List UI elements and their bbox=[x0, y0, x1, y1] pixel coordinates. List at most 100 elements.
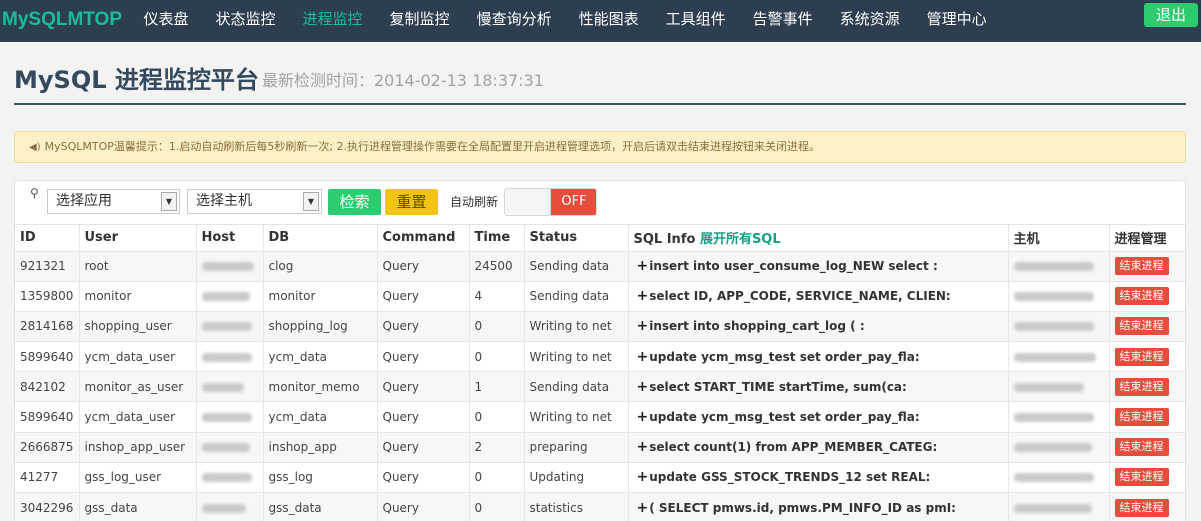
sql-text: update ycm_msg_test set order_pay_fla: bbox=[649, 410, 920, 425]
brand-logo[interactable]: MySQLMTOP bbox=[2, 9, 122, 31]
expand-all-sql-link[interactable]: 展开所有SQL bbox=[700, 232, 781, 247]
table-row: 5899640 ycm_data_user ycm_data Query 0 Writin… bbox=[15, 401, 1185, 433]
cell-host bbox=[196, 281, 264, 312]
cell-status: Writing to net bbox=[524, 341, 629, 373]
col-manage: 进程管理 bbox=[1109, 225, 1185, 252]
cell-command: Query bbox=[377, 311, 470, 343]
cell-sql[interactable]: +select count(1) from APP_MEMBER_CATEG: bbox=[628, 432, 1009, 463]
cell-id: 1359800 bbox=[15, 281, 80, 312]
cell-manage: 结束进程 bbox=[1109, 492, 1185, 521]
cell-db: inshop_app bbox=[263, 432, 378, 463]
masked-server bbox=[1013, 262, 1094, 272]
cell-id: 41277 bbox=[15, 462, 80, 494]
sql-text: insert into shopping_cart_log ( : bbox=[649, 319, 865, 334]
toggle-state: OFF bbox=[551, 189, 596, 215]
logout-button[interactable]: 退出 bbox=[1144, 3, 1198, 27]
reset-button[interactable]: 重置 bbox=[385, 189, 438, 215]
col-time[interactable]: Time bbox=[469, 225, 525, 252]
masked-host bbox=[201, 322, 252, 332]
nav-item[interactable]: 管理中心 bbox=[913, 0, 1000, 42]
search-button[interactable]: 检索 bbox=[328, 189, 381, 215]
cell-command: Query bbox=[377, 401, 470, 433]
cell-sql[interactable]: +select ID, APP_CODE, SERVICE_NAME, CLIE… bbox=[628, 281, 1009, 312]
cell-user: inshop_app_user bbox=[79, 432, 197, 463]
auto-refresh-toggle[interactable]: OFF bbox=[504, 188, 597, 216]
col-host[interactable]: Host bbox=[196, 225, 264, 252]
cell-manage: 结束进程 bbox=[1109, 401, 1185, 433]
cell-sql[interactable]: +update ycm_msg_test set order_pay_fla: bbox=[628, 401, 1009, 433]
expand-plus-icon[interactable]: + bbox=[637, 288, 649, 304]
expand-plus-icon[interactable]: + bbox=[637, 469, 649, 485]
nav-item[interactable]: 慢查询分析 bbox=[463, 0, 565, 42]
expand-plus-icon[interactable]: + bbox=[637, 500, 649, 516]
nav-item[interactable]: 仪表盘 bbox=[130, 0, 202, 42]
cell-status: Sending data bbox=[524, 281, 629, 312]
cell-command: Query bbox=[377, 281, 470, 312]
cell-sql[interactable]: +( SELECT pmws.id, pmws.PM_INFO_ID as pm… bbox=[628, 492, 1009, 521]
cell-time: 0 bbox=[469, 311, 525, 343]
cell-sql[interactable]: +update ycm_msg_test set order_pay_fla: bbox=[628, 341, 1009, 373]
col-server[interactable]: 主机 bbox=[1008, 225, 1110, 252]
cell-sql[interactable]: +update GSS_STOCK_TRENDS_12 set REAL: bbox=[628, 462, 1009, 494]
masked-server bbox=[1013, 413, 1094, 423]
cell-status: Sending data bbox=[524, 251, 629, 282]
search-icon: ⚲ bbox=[30, 186, 39, 200]
col-status[interactable]: Status bbox=[524, 225, 629, 252]
nav-item[interactable]: 性能图表 bbox=[565, 0, 652, 42]
masked-host bbox=[201, 352, 252, 362]
nav-item[interactable]: 系统资源 bbox=[826, 0, 913, 42]
nav-item[interactable]: 状态监控 bbox=[202, 0, 289, 42]
kill-process-button[interactable]: 结束进程 bbox=[1114, 347, 1169, 366]
kill-process-button[interactable]: 结束进程 bbox=[1114, 468, 1169, 487]
col-command[interactable]: Command bbox=[377, 225, 470, 252]
cell-status: Writing to net bbox=[524, 401, 629, 433]
expand-plus-icon[interactable]: + bbox=[637, 258, 649, 274]
expand-plus-icon[interactable]: + bbox=[637, 409, 649, 425]
title-divider bbox=[14, 103, 1186, 105]
nav-item[interactable]: 进程监控 bbox=[289, 0, 376, 42]
table-row: 2666875 inshop_app_user inshop_app Query 2 pr… bbox=[15, 432, 1185, 463]
nav-item[interactable]: 工具组件 bbox=[652, 0, 739, 42]
cell-id: 5899640 bbox=[15, 341, 80, 373]
notice-text: MySQLMTOP温馨提示：1.启动自动刷新后每5秒刷新一次; 2.执行进程管理… bbox=[44, 140, 821, 153]
expand-plus-icon[interactable]: + bbox=[637, 349, 649, 365]
cell-id: 2666875 bbox=[15, 432, 80, 463]
kill-process-button[interactable]: 结束进程 bbox=[1114, 377, 1169, 396]
cell-db: ycm_data bbox=[263, 401, 378, 433]
cell-server bbox=[1008, 281, 1110, 312]
dropdown-arrow-icon: ▼ bbox=[161, 192, 177, 211]
nav-item[interactable]: 复制监控 bbox=[376, 0, 463, 42]
cell-host bbox=[196, 401, 264, 433]
expand-plus-icon[interactable]: + bbox=[637, 318, 649, 334]
app-select-value: 选择应用 bbox=[56, 193, 112, 209]
cell-manage: 结束进程 bbox=[1109, 311, 1185, 343]
cell-sql[interactable]: +insert into user_consume_log_NEW select… bbox=[628, 251, 1009, 282]
cell-sql[interactable]: +select START_TIME startTime, sum(ca: bbox=[628, 371, 1009, 403]
masked-host bbox=[201, 443, 250, 453]
cell-server bbox=[1008, 251, 1110, 282]
cell-command: Query bbox=[377, 251, 470, 282]
kill-process-button[interactable]: 结束进程 bbox=[1114, 257, 1169, 276]
kill-process-button[interactable]: 结束进程 bbox=[1114, 498, 1169, 517]
col-db[interactable]: DB bbox=[263, 225, 378, 252]
cell-manage: 结束进程 bbox=[1109, 251, 1185, 282]
process-panel: ⚲ 选择应用 ▼ 选择主机 ▼ 检索 重置 自动刷新 OFF ID User H… bbox=[14, 180, 1186, 521]
nav-item[interactable]: 告警事件 bbox=[739, 0, 826, 42]
kill-process-button[interactable]: 结束进程 bbox=[1114, 438, 1169, 457]
cell-command: Query bbox=[377, 462, 470, 494]
expand-plus-icon[interactable]: + bbox=[637, 439, 649, 455]
kill-process-button[interactable]: 结束进程 bbox=[1114, 287, 1169, 306]
host-select[interactable]: 选择主机 ▼ bbox=[187, 189, 322, 214]
cell-sql[interactable]: +insert into shopping_cart_log ( : bbox=[628, 311, 1009, 343]
kill-process-button[interactable]: 结束进程 bbox=[1114, 317, 1169, 336]
masked-server bbox=[1013, 352, 1096, 362]
cell-manage: 结束进程 bbox=[1109, 341, 1185, 373]
col-id[interactable]: ID bbox=[15, 225, 80, 252]
col-user[interactable]: User bbox=[79, 225, 197, 252]
expand-plus-icon[interactable]: + bbox=[637, 379, 649, 395]
kill-process-button[interactable]: 结束进程 bbox=[1114, 408, 1169, 427]
cell-time: 1 bbox=[469, 371, 525, 403]
app-select[interactable]: 选择应用 ▼ bbox=[47, 189, 180, 214]
cell-server bbox=[1008, 371, 1110, 403]
col-sql-info: SQL Info 展开所有SQL bbox=[628, 225, 1009, 252]
